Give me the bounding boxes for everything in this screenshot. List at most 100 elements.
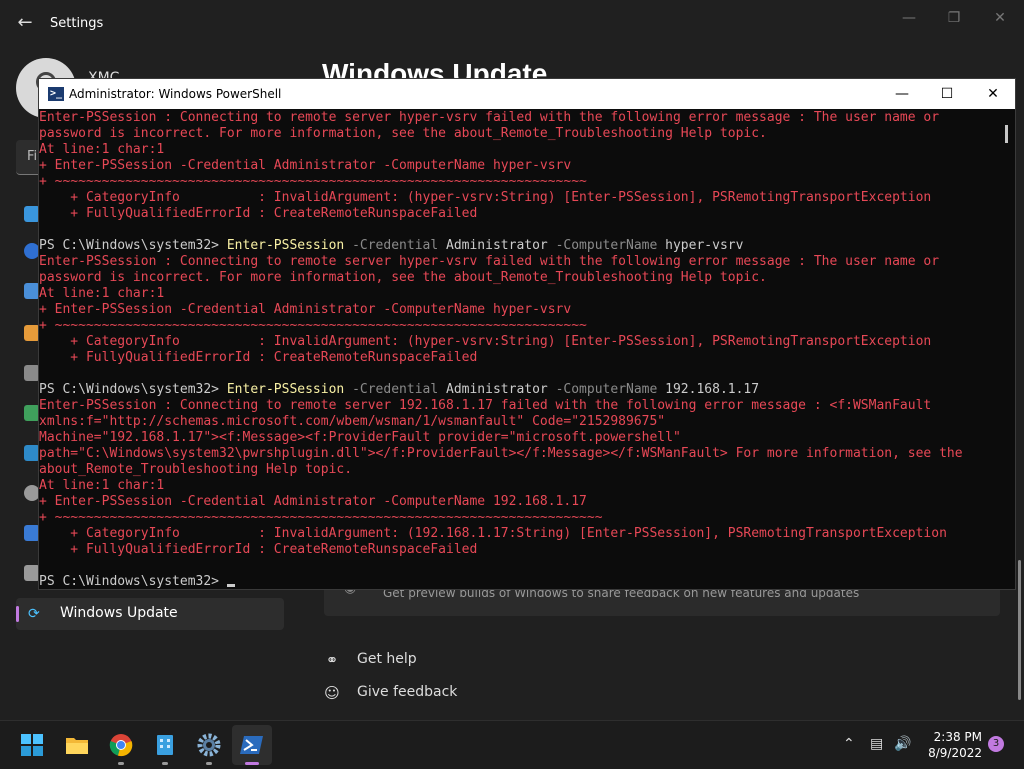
powershell-icon: >_ (48, 87, 64, 101)
error-text: password is incorrect. For more informat… (39, 126, 767, 141)
error-text: Enter-PSSession : Connecting to remote s… (39, 110, 940, 125)
console-scrollbar-thumb[interactable] (1005, 125, 1008, 143)
find-setting-placeholder: Fi (27, 149, 38, 164)
network-icon[interactable]: ▤ (870, 735, 883, 753)
settings-icon (197, 733, 221, 757)
prompt-text: PS C:\Windows\system32> (39, 238, 227, 253)
console-line: At line:1 char:1 (39, 142, 164, 158)
console-line: + Enter-PSSession -Credential Administra… (39, 158, 571, 174)
error-text: At line:1 char:1 (39, 478, 165, 493)
console-line: At line:1 char:1 (39, 478, 164, 494)
give-feedback-label: Give feedback (357, 684, 458, 700)
clock-time: 2:38 PM (933, 730, 982, 744)
error-text: Enter-PSSession : Connecting to remote s… (39, 254, 940, 269)
powershell-button[interactable] (232, 725, 272, 765)
file-explorer-button[interactable] (57, 725, 97, 765)
chrome-icon (109, 734, 133, 757)
app-button[interactable] (145, 725, 185, 765)
settings-titlebar: ← Settings — ❐ ✕ (0, 0, 1024, 48)
error-text: + Enter-PSSession -Credential Administra… (39, 494, 587, 509)
close-icon[interactable]: ✕ (987, 8, 1013, 28)
text-cursor (226, 584, 235, 587)
parameter-value: Administrator (446, 382, 548, 397)
settings-button[interactable] (189, 725, 229, 765)
console-command-line: PS C:\Windows\system32> Enter-PSSession … (39, 382, 759, 398)
restore-icon[interactable]: ❐ (941, 8, 967, 28)
error-text: xmlns:f="http://schemas.microsoft.com/wb… (39, 414, 666, 429)
error-text: + Enter-PSSession -Credential Administra… (39, 302, 572, 317)
console-line: about_Remote_Troubleshooting Help topic. (39, 462, 352, 478)
running-indicator (162, 762, 168, 765)
error-text: + FullyQualifiedErrorId : CreateRemoteRu… (39, 542, 478, 557)
file-explorer-icon (66, 738, 88, 754)
console-line: Enter-PSSession : Connecting to remote s… (39, 254, 939, 270)
start-icon (21, 734, 43, 756)
clock[interactable]: 2:38 PM 8/9/2022 (918, 729, 982, 761)
error-text: Enter-PSSession : Connecting to remote s… (39, 398, 932, 413)
console-line: xmlns:f="http://schemas.microsoft.com/wb… (39, 414, 665, 430)
windows-update-icon: ⟳ (28, 606, 40, 622)
cmdlet-name: Enter-PSSession (226, 238, 345, 253)
console-prompt-line: PS C:\Windows\system32> (39, 574, 235, 590)
error-text: password is incorrect. For more informat… (39, 270, 767, 285)
error-text: + Enter-PSSession -Credential Administra… (39, 158, 572, 173)
console-line: + CategoryInfo : InvalidArgument: (hyper… (39, 334, 931, 350)
console-line: + FullyQualifiedErrorId : CreateRemoteRu… (39, 542, 477, 558)
help-icon: ⚭ (325, 651, 339, 669)
minimize-icon[interactable]: — (896, 8, 922, 28)
error-text: At line:1 char:1 (39, 286, 165, 301)
prompt-text: PS C:\Windows\system32> (39, 574, 227, 589)
cmdlet-name: Enter-PSSession (226, 382, 345, 397)
console-line: At line:1 char:1 (39, 286, 164, 302)
console-line: password is incorrect. For more informat… (39, 270, 767, 286)
console-line: + FullyQualifiedErrorId : CreateRemoteRu… (39, 350, 477, 366)
taskbar: ⌃ ▤ 🔊 2:38 PM 8/9/2022 3 (0, 720, 1024, 769)
error-text: + CategoryInfo : InvalidArgument: (hyper… (39, 190, 932, 205)
error-text: path="C:\Windows\system32\pwrshplugin.dl… (39, 446, 963, 461)
powershell-titlebar[interactable]: >_ Administrator: Windows PowerShell — ☐… (39, 79, 1015, 109)
ps-minimize-icon[interactable]: — (890, 84, 914, 104)
console-line: password is incorrect. For more informat… (39, 126, 767, 142)
error-text: about_Remote_Troubleshooting Help topic. (39, 462, 353, 477)
powershell-icon (240, 736, 263, 754)
settings-scrollbar[interactable] (1018, 560, 1021, 700)
volume-icon[interactable]: 🔊 (894, 735, 911, 753)
prompt-text: PS C:\Windows\system32> (39, 382, 227, 397)
console-line: + ~~~~~~~~~~~~~~~~~~~~~~~~~~~~~~~~~~~~~~… (39, 174, 587, 190)
sidebar-item-label: Windows Update (60, 605, 178, 621)
parameter-name: -ComputerName (547, 382, 666, 397)
console-line: Machine="192.168.1.17"><f:Message><f:Pro… (39, 430, 681, 446)
error-text: Machine="192.168.1.17"><f:Message><f:Pro… (39, 430, 681, 445)
ps-close-icon[interactable]: ✕ (981, 84, 1005, 104)
back-arrow-icon[interactable]: ← (14, 12, 36, 34)
parameter-name: -Credential (344, 238, 446, 253)
active-indicator (16, 606, 19, 622)
clock-date: 8/9/2022 (928, 746, 982, 760)
active-indicator (245, 762, 259, 765)
console-line: Enter-PSSession : Connecting to remote s… (39, 110, 939, 126)
parameter-name: -Credential (344, 382, 446, 397)
chevron-up-icon[interactable]: ⌃ (843, 735, 855, 753)
powershell-window: >_ Administrator: Windows PowerShell — ☐… (38, 78, 1016, 590)
get-help-label: Get help (357, 651, 417, 667)
ps-maximize-icon[interactable]: ☐ (935, 84, 959, 104)
error-text: + CategoryInfo : InvalidArgument: (192.1… (39, 526, 947, 541)
parameter-value: hyper-vsrv (665, 238, 744, 253)
settings-title: Settings (50, 16, 104, 31)
console-line: path="C:\Windows\system32\pwrshplugin.dl… (39, 446, 963, 462)
chrome-button[interactable] (101, 725, 141, 765)
console-line: + FullyQualifiedErrorId : CreateRemoteRu… (39, 206, 477, 222)
parameter-value: Administrator (446, 238, 548, 253)
error-text: + FullyQualifiedErrorId : CreateRemoteRu… (39, 206, 478, 221)
console-command-line: PS C:\Windows\system32> Enter-PSSession … (39, 238, 743, 254)
parameter-value: 192.168.1.17 (665, 382, 760, 397)
start-button[interactable] (12, 725, 52, 765)
error-text: At line:1 char:1 (39, 142, 165, 157)
console-output[interactable]: Enter-PSSession : Connecting to remote s… (39, 110, 1001, 590)
notification-badge[interactable]: 3 (988, 736, 1004, 752)
error-text: + FullyQualifiedErrorId : CreateRemoteRu… (39, 350, 478, 365)
sidebar-item-windows-update[interactable]: ⟳ Windows Update (16, 598, 284, 630)
console-line: + ~~~~~~~~~~~~~~~~~~~~~~~~~~~~~~~~~~~~~~… (39, 510, 603, 526)
error-text: + ~~~~~~~~~~~~~~~~~~~~~~~~~~~~~~~~~~~~~~… (39, 510, 603, 525)
parameter-name: -ComputerName (547, 238, 666, 253)
